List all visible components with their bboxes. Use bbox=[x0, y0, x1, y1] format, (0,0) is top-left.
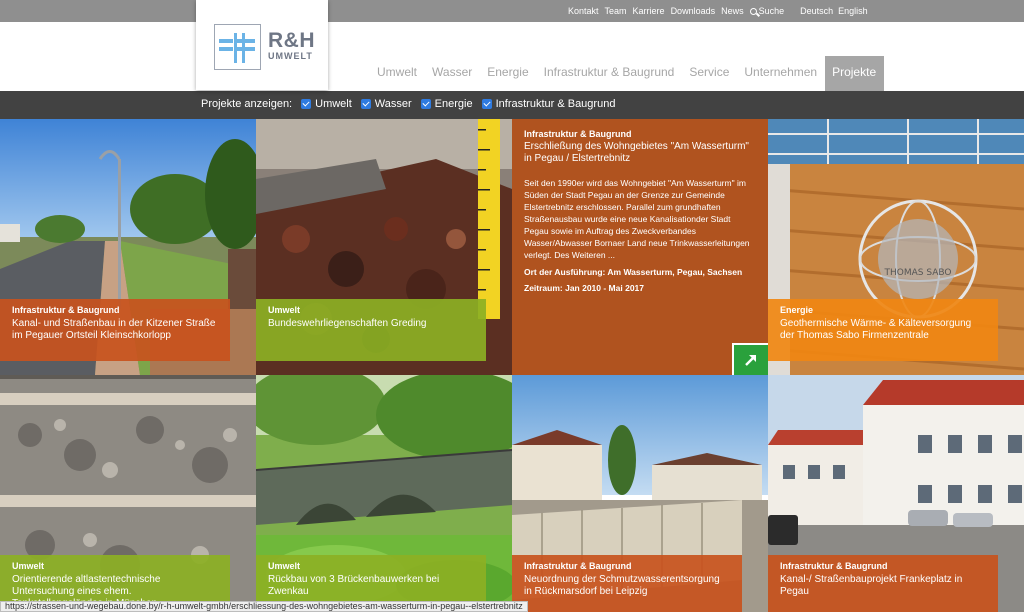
project-title: Kanal- und Straßenbau in der Kitzener St… bbox=[12, 318, 216, 341]
detail-period: Zeitraum: Jan 2010 - Mai 2017 bbox=[524, 283, 645, 293]
filter-option-label: Infrastruktur & Baugrund bbox=[495, 98, 616, 110]
arrow-external-icon bbox=[745, 355, 756, 366]
project-category: Infrastruktur & Baugrund bbox=[12, 305, 120, 315]
checkbox-checked-icon[interactable] bbox=[360, 99, 371, 109]
filter-option-wasser[interactable]: Wasser bbox=[360, 98, 412, 110]
lang-english[interactable]: English bbox=[838, 6, 868, 16]
project-category: Umwelt bbox=[12, 561, 45, 571]
project-category: Infrastruktur & Baugrund bbox=[780, 561, 888, 571]
search-label: Suche bbox=[758, 6, 785, 16]
project-caption: Umwelt Bundeswehrliegenschaften Greding bbox=[256, 299, 486, 361]
filter-option-label: Wasser bbox=[374, 98, 412, 110]
project-caption: Energie Geothermische Wärme- & Kältevers… bbox=[768, 299, 998, 361]
globe-lettering: THOMAS SABO bbox=[884, 268, 952, 278]
filter-option-label: Umwelt bbox=[315, 98, 352, 110]
detail-description: Seit den 1990er wird das Wohngebiet "Am … bbox=[524, 178, 750, 260]
logo-mark-icon bbox=[214, 24, 261, 70]
project-filter-bar: Projekte anzeigen: Umwelt Wasser Energie… bbox=[0, 91, 1024, 119]
nav-energie[interactable]: Energie bbox=[480, 56, 536, 91]
checkbox-checked-icon[interactable] bbox=[301, 99, 312, 109]
project-tile[interactable]: Umwelt Orientierende altlastentechnische… bbox=[0, 375, 256, 612]
nav-wasser[interactable]: Wasser bbox=[425, 56, 480, 91]
project-category: Umwelt bbox=[268, 561, 301, 571]
project-tile[interactable]: Infrastruktur & Baugrund Neuordnung der … bbox=[512, 375, 768, 612]
project-tile[interactable]: THOMAS SABO Energie Geothermische Wärme-… bbox=[768, 119, 1024, 375]
project-tile[interactable]: Umwelt Rückbau von 3 Brückenbauwerken be… bbox=[256, 375, 512, 612]
topnav-team[interactable]: Team bbox=[605, 6, 627, 16]
project-category: Umwelt bbox=[268, 305, 301, 315]
nav-service[interactable]: Service bbox=[682, 56, 737, 91]
nav-unternehmen[interactable]: Unternehmen bbox=[737, 56, 825, 91]
logo-title: R&H bbox=[268, 29, 315, 52]
project-detail-panel[interactable]: Infrastruktur & Baugrund Erschließung de… bbox=[512, 119, 768, 375]
main-navigation: Umwelt Wasser Energie Infrastruktur & Ba… bbox=[370, 56, 885, 91]
project-title: Kanal-/ Straßenbauprojekt Frankeplatz in… bbox=[780, 574, 963, 597]
topnav-karriere[interactable]: Karriere bbox=[633, 6, 665, 16]
browser-status-url: https://strassen-und-wegebau.done.by/r-h… bbox=[0, 601, 528, 612]
logo[interactable]: R&H UMWELT bbox=[196, 0, 328, 90]
project-grid: Infrastruktur & Baugrund Kanal- und Stra… bbox=[0, 119, 1024, 612]
open-project-button[interactable] bbox=[732, 343, 768, 375]
checkbox-checked-icon[interactable] bbox=[481, 99, 492, 109]
topnav-news[interactable]: News bbox=[721, 6, 744, 16]
project-title: Bundeswehrliegenschaften Greding bbox=[268, 318, 427, 329]
nav-umwelt[interactable]: Umwelt bbox=[370, 56, 425, 91]
topnav-downloads[interactable]: Downloads bbox=[671, 6, 716, 16]
top-utility-bar: Kontakt Team Karriere Downloads News Suc… bbox=[0, 0, 1024, 22]
logo-text: R&H UMWELT bbox=[268, 30, 315, 61]
filter-option-label: Energie bbox=[434, 98, 473, 110]
filter-option-umwelt[interactable]: Umwelt bbox=[301, 98, 352, 110]
project-title: Geothermische Wärme- & Kälteversorgung d… bbox=[780, 318, 972, 341]
filter-option-energie[interactable]: Energie bbox=[420, 98, 473, 110]
search-icon bbox=[749, 8, 757, 15]
nav-projekte[interactable]: Projekte bbox=[825, 56, 885, 91]
topnav-kontakt[interactable]: Kontakt bbox=[568, 6, 599, 16]
project-title: Neuordnung der Schmutzwasserentsorgung i… bbox=[524, 574, 720, 597]
project-caption: Infrastruktur & Baugrund Neuordnung der … bbox=[512, 555, 742, 612]
detail-title: Erschließung des Wohngebietes "Am Wasser… bbox=[524, 141, 749, 164]
filter-option-infrastruktur[interactable]: Infrastruktur & Baugrund bbox=[481, 98, 616, 110]
detail-location: Ort der Ausführung: Am Wasserturm, Pegau… bbox=[524, 267, 743, 277]
filter-label: Projekte anzeigen: bbox=[201, 98, 293, 110]
project-category: Energie bbox=[780, 305, 814, 315]
top-navigation: Kontakt Team Karriere Downloads News Suc… bbox=[568, 6, 868, 16]
project-title: Rückbau von 3 Brückenbauwerken bei Zwenk… bbox=[268, 574, 440, 597]
logo-subtitle: UMWELT bbox=[268, 51, 313, 61]
project-tile[interactable]: Infrastruktur & Baugrund Kanal-/ Straßen… bbox=[768, 375, 1024, 612]
lang-deutsch[interactable]: Deutsch bbox=[800, 6, 833, 16]
detail-category: Infrastruktur & Baugrund bbox=[524, 129, 632, 139]
project-tile[interactable]: Umwelt Bundeswehrliegenschaften Greding bbox=[256, 119, 512, 375]
project-tile[interactable]: Infrastruktur & Baugrund Kanal- und Stra… bbox=[0, 119, 256, 375]
language-switcher: Deutsch English bbox=[800, 6, 868, 16]
project-caption: Infrastruktur & Baugrund Kanal- und Stra… bbox=[0, 299, 230, 361]
checkbox-checked-icon[interactable] bbox=[420, 99, 431, 109]
nav-infrastruktur[interactable]: Infrastruktur & Baugrund bbox=[537, 56, 683, 91]
search-link[interactable]: Suche bbox=[749, 6, 785, 16]
project-category: Infrastruktur & Baugrund bbox=[524, 561, 632, 571]
project-caption: Infrastruktur & Baugrund Kanal-/ Straßen… bbox=[768, 555, 998, 612]
